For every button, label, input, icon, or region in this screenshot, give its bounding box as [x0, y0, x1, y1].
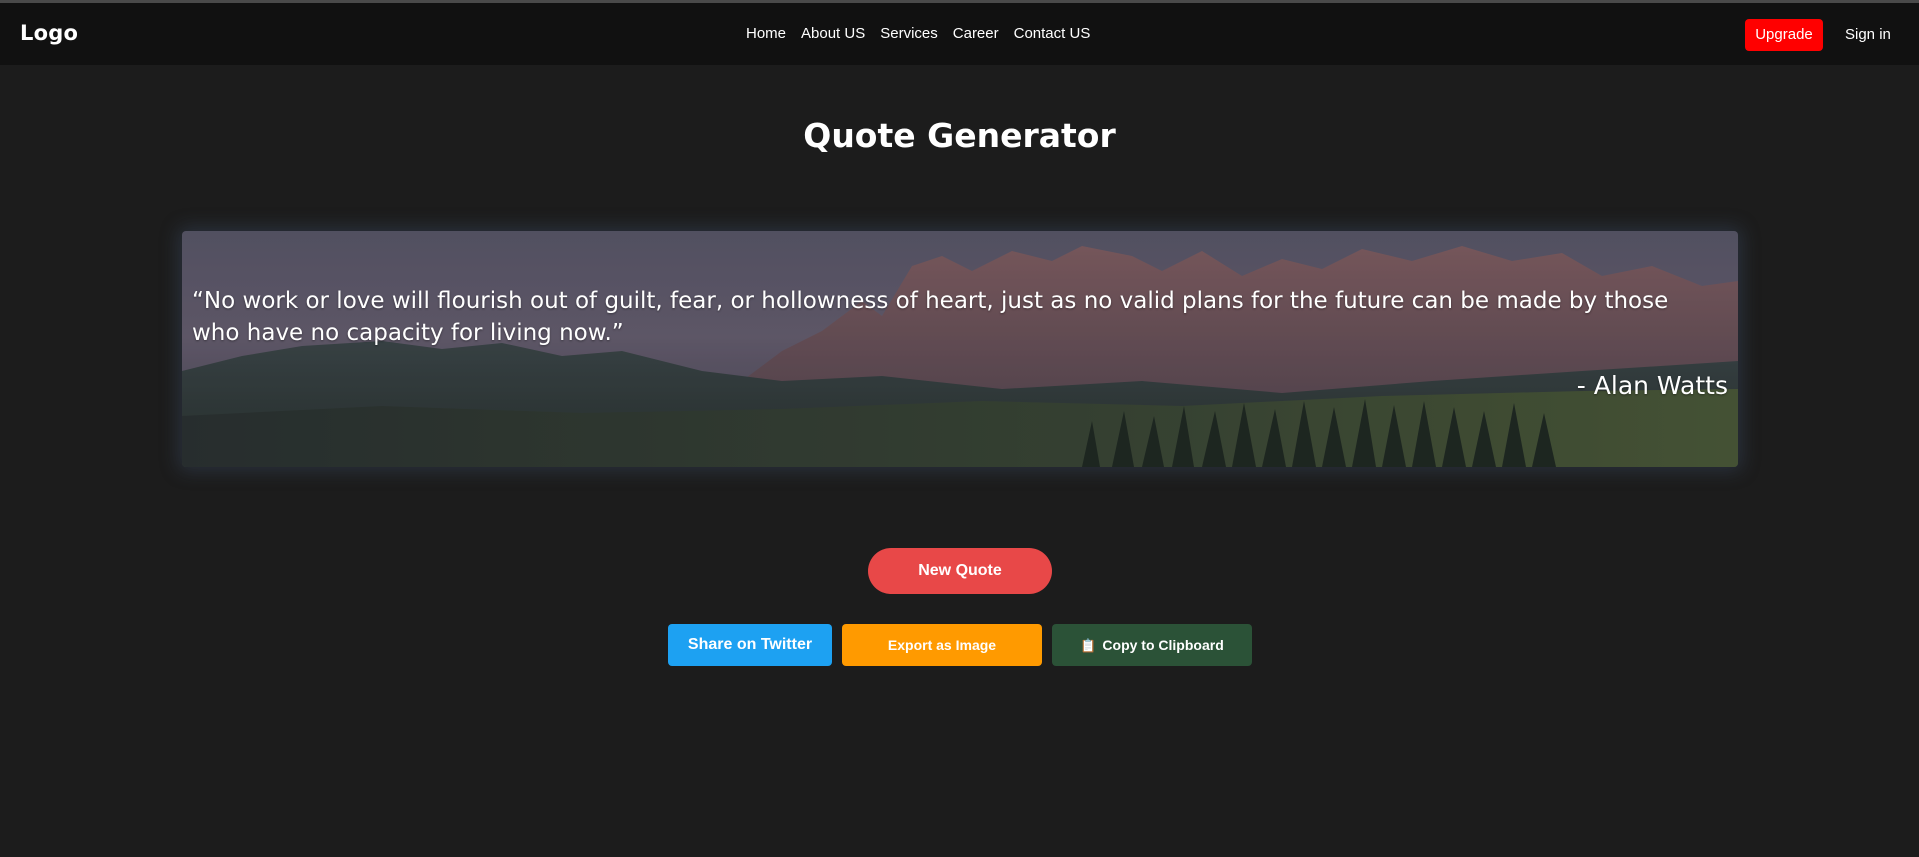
mountain-landscape-background [182, 231, 1738, 467]
copy-clipboard-label: Copy to Clipboard [1102, 637, 1224, 653]
nav-link-about[interactable]: About US [801, 25, 865, 42]
nav-link-home[interactable]: Home [746, 25, 786, 42]
quote-card: “No work or love will flourish out of gu… [182, 231, 1738, 467]
new-quote-button[interactable]: New Quote [868, 548, 1052, 594]
nav-link-services[interactable]: Services [880, 25, 938, 42]
nav-links: Home About US Services Career Contact US [746, 25, 1105, 42]
upgrade-button[interactable]: Upgrade [1745, 19, 1823, 51]
nav-link-contact[interactable]: Contact US [1014, 25, 1091, 42]
clipboard-icon: 📋 [1080, 638, 1097, 653]
copy-clipboard-button[interactable]: 📋 Copy to Clipboard [1052, 624, 1252, 666]
quote-author: - Alan Watts [1576, 371, 1728, 400]
logo[interactable]: Logo [20, 21, 78, 45]
share-twitter-button[interactable]: Share on Twitter [668, 624, 832, 666]
sign-in-link[interactable]: Sign in [1845, 26, 1891, 43]
export-image-button[interactable]: Export as Image [842, 624, 1042, 666]
quote-text: “No work or love will flourish out of gu… [192, 288, 1669, 346]
nav-link-career[interactable]: Career [953, 25, 999, 42]
page-title: Quote Generator [803, 116, 1116, 155]
navbar: Logo Home About US Services Career Conta… [0, 3, 1919, 65]
